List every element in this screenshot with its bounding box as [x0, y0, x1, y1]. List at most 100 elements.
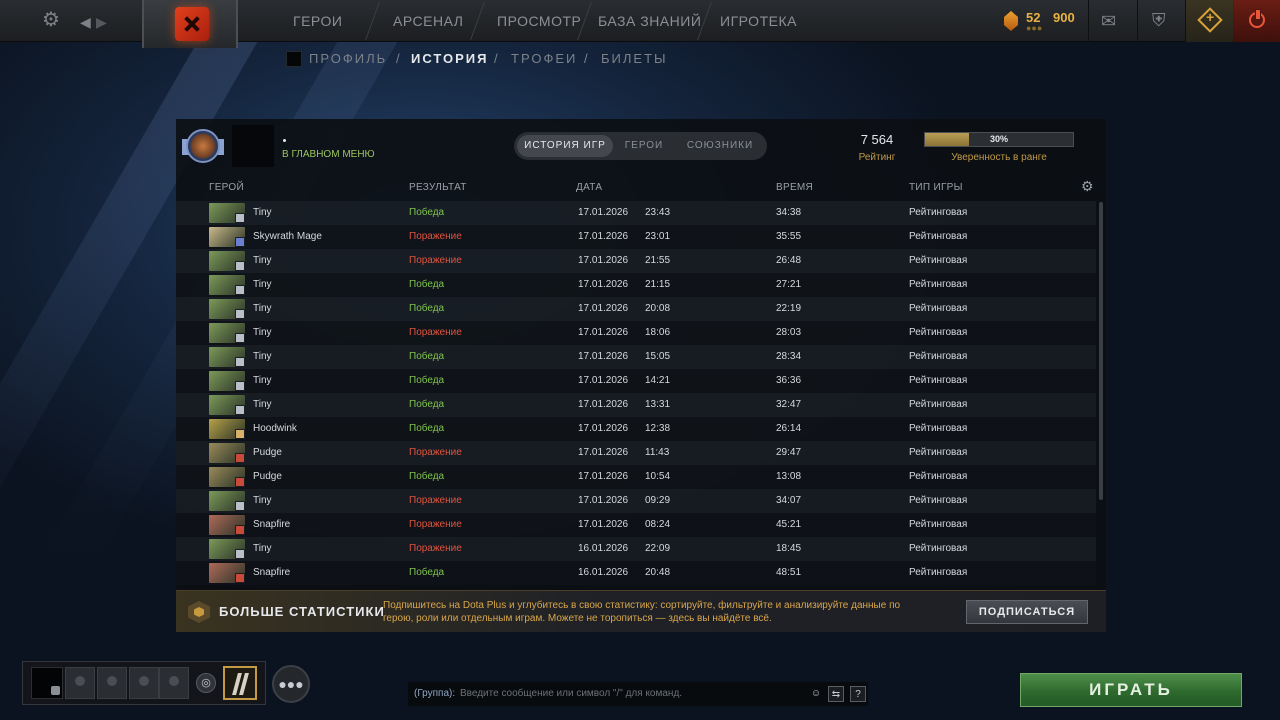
table-row[interactable]: Tiny Поражение 17.01.2026 09:29 34:07 Рейтинг…	[176, 489, 1096, 513]
hero-facet-icon	[235, 237, 245, 247]
lock-icon	[51, 686, 60, 695]
table-row[interactable]: Hoodwink Победа 17.01.2026 12:38 26:14 Рейтин…	[176, 417, 1096, 441]
match-game-type: Рейтинговая	[909, 495, 968, 506]
chat-wheel-icon[interactable]: ⇆	[828, 686, 844, 702]
match-date: 17.01.2026	[578, 327, 629, 338]
chat-input-placeholder[interactable]: Введите сообщение или символ "/" для ком…	[460, 682, 682, 706]
subnav-history[interactable]: ИСТОРИЯ	[411, 51, 489, 66]
hero-name: Tiny	[253, 375, 272, 386]
column-header-game-type[interactable]: ТИП ИГРЫ	[909, 182, 963, 193]
match-date: 17.01.2026	[578, 495, 629, 506]
match-date: 16.01.2026	[578, 567, 629, 578]
table-row[interactable]: Tiny Победа 17.01.2026 13:31 32:47 Рейтингова…	[176, 393, 1096, 417]
promo-description: Подпишитесь на Dota Plus и углубитесь в …	[383, 600, 901, 624]
subnav-profile[interactable]: ПРОФИЛЬ	[309, 51, 387, 66]
match-game-type: Рейтинговая	[909, 327, 968, 338]
rank-confidence-bar: 30%	[924, 132, 1074, 147]
table-settings-gear-icon[interactable]: ⚙	[1081, 179, 1095, 193]
emoji-icon[interactable]: ☺	[808, 686, 824, 702]
avatar[interactable]	[232, 125, 274, 167]
dota-plus-button[interactable]	[1185, 0, 1233, 42]
currency-secondary-value: 900	[1053, 10, 1075, 25]
friends-button[interactable]: ●●●	[272, 665, 310, 703]
friends-icon: ●●●	[278, 676, 304, 692]
column-header-date[interactable]: ДАТА	[576, 182, 602, 193]
tab-allies[interactable]: СОЮЗНИКИ	[676, 135, 764, 157]
rank-confidence-text: 30%	[989, 134, 1008, 144]
table-row[interactable]: Tiny Победа 17.01.2026 15:05 28:34 Рейтингова…	[176, 345, 1096, 369]
rank-medal-icon[interactable]	[182, 125, 224, 167]
column-header-duration[interactable]: ВРЕМЯ	[776, 182, 813, 193]
medal-core	[186, 129, 220, 163]
column-header-hero[interactable]: ГЕРОЙ	[209, 182, 244, 193]
match-game-type: Рейтинговая	[909, 303, 968, 314]
mail-icon: ✉	[1101, 11, 1117, 31]
hero-name: Tiny	[253, 543, 272, 554]
table-row[interactable]: Skywrath Mage Поражение 17.01.2026 23:01 35:…	[176, 225, 1096, 249]
match-result: Поражение	[409, 447, 462, 458]
table-row[interactable]: Pudge Поражение 17.01.2026 11:43 29:47 Рейтин…	[176, 441, 1096, 465]
hero-facet-icon	[235, 573, 245, 583]
voice-chat-headset-icon[interactable]: ◎	[196, 673, 216, 693]
party-slot-empty[interactable]	[159, 667, 189, 699]
match-list-scrollbar[interactable]	[1099, 202, 1103, 500]
subscribe-button[interactable]: ПОДПИСАТЬСЯ	[966, 600, 1088, 624]
table-row[interactable]: Tiny Поражение 17.01.2026 21:55 26:48 Рейтинг…	[176, 249, 1096, 273]
tab-match-history[interactable]: ИСТОРИЯ ИГР	[517, 135, 613, 157]
armory-shield-button[interactable]: ⛨	[1137, 0, 1185, 42]
match-duration: 27:21	[776, 279, 802, 290]
chat-help-button[interactable]: ?	[850, 686, 866, 702]
column-header-result[interactable]: РЕЗУЛЬТАТ	[409, 182, 467, 193]
nav-armory[interactable]: АРСЕНАЛ	[393, 0, 463, 42]
match-game-type: Рейтинговая	[909, 399, 968, 410]
match-game-type: Рейтинговая	[909, 567, 968, 578]
party-slot-empty[interactable]	[97, 667, 127, 699]
party-rank-icon[interactable]	[223, 666, 257, 700]
table-row[interactable]: Tiny Победа 17.01.2026 14:21 36:36 Рейтингова…	[176, 369, 1096, 393]
subnav-tickets[interactable]: БИЛЕТЫ	[601, 51, 668, 66]
party-slot-empty[interactable]	[65, 667, 95, 699]
table-row[interactable]: Tiny Победа 17.01.2026 20:08 22:19 Рейтингова…	[176, 297, 1096, 321]
hero-name: Hoodwink	[253, 423, 297, 434]
dota-plus-emblem-icon	[188, 601, 210, 623]
hero-name: Tiny	[253, 303, 272, 314]
match-list: Tiny Победа 17.01.2026 23:43 34:38 Рейтингова…	[176, 201, 1096, 591]
table-row[interactable]: Pudge Победа 17.01.2026 10:54 13:08 Рейтингов…	[176, 465, 1096, 489]
dota-logo-button[interactable]	[142, 0, 238, 48]
table-row[interactable]: Tiny Поражение 16.01.2026 22:09 18:45 Рейтинг…	[176, 537, 1096, 561]
match-start-time: 08:24	[645, 519, 671, 530]
tab-heroes[interactable]: ГЕРОИ	[616, 135, 672, 157]
mail-button[interactable]: ✉	[1088, 0, 1136, 42]
quit-button[interactable]	[1234, 0, 1280, 42]
table-row[interactable]: Tiny Победа 17.01.2026 23:43 34:38 Рейтингова…	[176, 201, 1096, 225]
match-date: 17.01.2026	[578, 231, 629, 242]
hero-name: Tiny	[253, 351, 272, 362]
match-result: Победа	[409, 279, 445, 290]
match-date: 16.01.2026	[578, 543, 629, 554]
hero-facet-icon	[235, 261, 245, 271]
back-arrow-icon[interactable]: ◀	[80, 10, 91, 34]
play-button[interactable]: ИГРАТЬ	[1020, 673, 1242, 707]
forward-arrow-icon[interactable]: ▶	[96, 10, 107, 34]
chat-channel-label[interactable]: (Группа):	[414, 682, 455, 706]
table-row[interactable]: Tiny Победа 17.01.2026 21:15 27:21 Рейтингова…	[176, 273, 1096, 297]
nav-learn[interactable]: БАЗА ЗНАНИЙ	[598, 0, 701, 42]
match-date: 17.01.2026	[578, 447, 629, 458]
table-row[interactable]: Snapfire Победа 16.01.2026 20:48 48:51 Рейтин…	[176, 561, 1096, 585]
match-duration: 34:07	[776, 495, 802, 506]
match-result: Победа	[409, 351, 445, 362]
player-avatar-small[interactable]	[286, 51, 302, 67]
nav-heroes[interactable]: ГЕРОИ	[293, 0, 342, 42]
table-row[interactable]: Tiny Поражение 17.01.2026 18:06 28:03 Рейтинг…	[176, 321, 1096, 345]
subnav-trophies[interactable]: ТРОФЕИ	[511, 51, 577, 66]
match-duration: 13:08	[776, 471, 802, 482]
nav-watch[interactable]: ПРОСМОТР	[497, 0, 581, 42]
hero-facet-icon	[235, 453, 245, 463]
match-duration: 22:19	[776, 303, 802, 314]
match-game-type: Рейтинговая	[909, 543, 968, 554]
settings-gear-icon[interactable]: ⚙	[42, 8, 60, 32]
table-row[interactable]: Snapfire Поражение 17.01.2026 08:24 45:21 Рей…	[176, 513, 1096, 537]
nav-arcade[interactable]: ИГРОТЕКА	[720, 0, 797, 42]
party-slot-empty[interactable]	[129, 667, 159, 699]
hero-name: Pudge	[253, 471, 282, 482]
